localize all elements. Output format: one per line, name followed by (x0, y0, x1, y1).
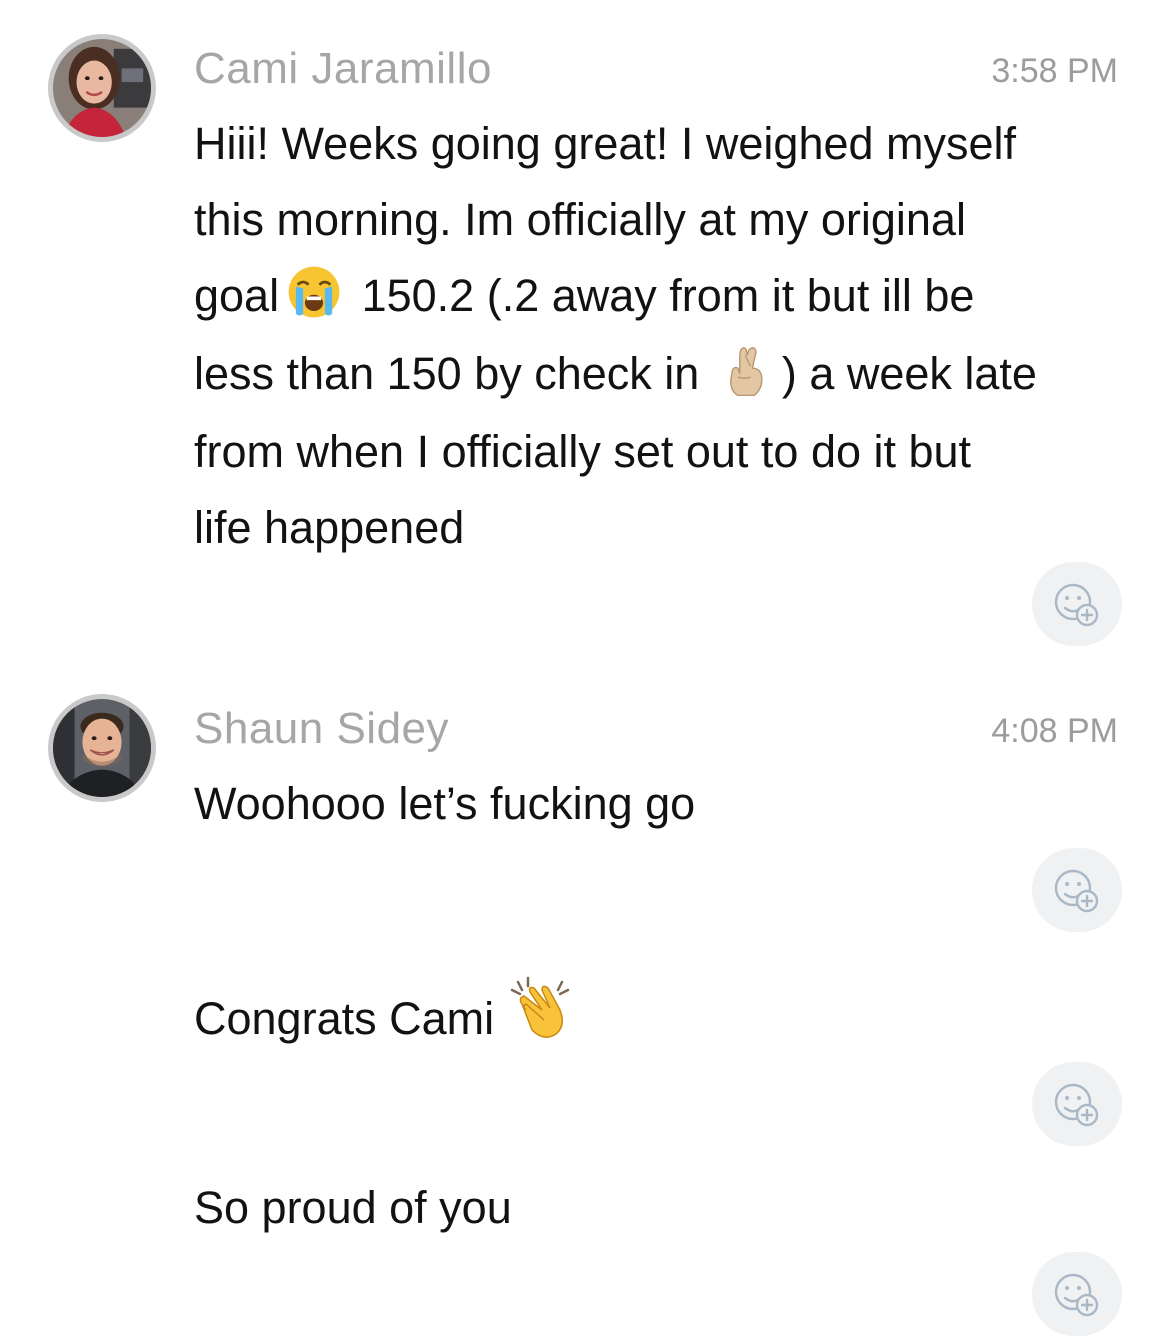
message-text: ) a week late (781, 348, 1037, 399)
add-reaction-button[interactable] (1032, 562, 1122, 646)
avatar-photo-shaun (53, 699, 151, 797)
crossed-fingers-emoji (718, 341, 776, 399)
message-line: from when I officially set out to do it … (194, 426, 972, 477)
avatar-shaun[interactable] (48, 694, 156, 802)
add-reaction-icon (1054, 869, 1099, 913)
message-text: goal (194, 270, 280, 321)
message-line: goal 150.2 (.2 away from it but ill be (194, 258, 1124, 336)
message-line: Hiii! Weeks going great! I weighed mysel… (194, 118, 1017, 169)
add-reaction-button[interactable] (1032, 848, 1122, 932)
message-text: Congrats Cami (194, 993, 495, 1044)
add-reaction-button[interactable] (1032, 1252, 1122, 1336)
message-body: So proud of you (194, 1170, 1124, 1246)
add-reaction-icon (1054, 1083, 1099, 1127)
message-line: Congrats Cami (194, 976, 1124, 1052)
message-body: Congrats Cami (194, 976, 1124, 1052)
message-body: Hiii! Weeks going great! I weighed mysel… (194, 106, 1124, 566)
avatar-cami[interactable] (48, 34, 156, 142)
add-reaction-button[interactable] (1032, 1062, 1122, 1146)
message-line: this morning. Im officially at my origin… (194, 194, 966, 245)
message-line: less than 150 by check in ) a week late (194, 336, 1124, 414)
message-text: less than 150 by check in (194, 348, 700, 399)
add-reaction-icon (1054, 583, 1099, 627)
avatar-photo-cami (53, 39, 151, 137)
message-line: So proud of you (194, 1182, 512, 1233)
loudly-crying-face-emoji (285, 263, 343, 321)
message-timestamp: 3:58 PM (991, 52, 1118, 90)
message-text: 150.2 (.2 away from it but ill be (361, 270, 975, 321)
message-line: Woohooo let’s fucking go (194, 778, 696, 829)
sender-name[interactable]: Cami Jaramillo (194, 44, 492, 94)
message-body: Woohooo let’s fucking go (194, 766, 1124, 842)
sender-name[interactable]: Shaun Sidey (194, 704, 449, 754)
message-timestamp: 4:08 PM (991, 712, 1118, 750)
add-reaction-icon (1054, 1273, 1099, 1317)
message-line: life happened (194, 502, 465, 553)
clapping-hands-emoji (508, 976, 572, 1040)
